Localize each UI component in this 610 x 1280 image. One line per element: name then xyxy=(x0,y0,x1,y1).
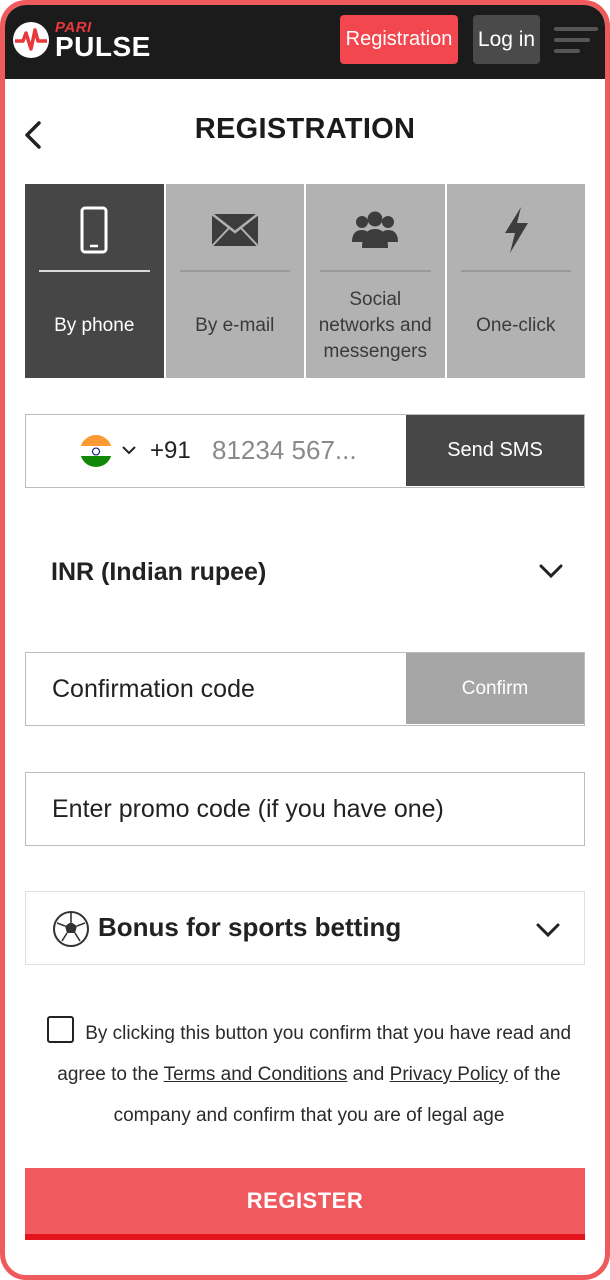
tab-by-email[interactable]: By e-mail xyxy=(165,184,304,378)
hamburger-menu-icon[interactable] xyxy=(554,27,598,57)
currency-select[interactable]: INR (Indian rupee) xyxy=(25,535,585,609)
confirmation-code-field: Confirm xyxy=(25,652,585,726)
smartphone-icon xyxy=(80,206,108,254)
promo-code-input[interactable] xyxy=(52,787,572,831)
phone-frame: PARI PULSE Registration Log in REGISTRAT… xyxy=(0,0,610,1280)
terms-link[interactable]: Terms and Conditions xyxy=(164,1064,348,1085)
chevron-down-icon xyxy=(536,923,560,938)
page-title: REGISTRATION xyxy=(194,113,416,145)
logo[interactable]: PARI PULSE xyxy=(11,17,151,63)
top-header: PARI PULSE Registration Log in xyxy=(5,5,605,79)
lightning-icon xyxy=(504,207,528,253)
confirmation-code-input[interactable] xyxy=(52,667,392,711)
confirm-button[interactable]: Confirm xyxy=(406,653,584,724)
envelope-icon xyxy=(210,213,259,247)
bonus-label: Bonus for sports betting xyxy=(98,912,402,942)
tab-label: By e-mail xyxy=(195,315,275,336)
header-login-button[interactable]: Log in xyxy=(473,15,540,64)
privacy-policy-link[interactable]: Privacy Policy xyxy=(390,1064,508,1085)
tab-label: One-click xyxy=(476,315,556,336)
currency-value: INR (Indian rupee) xyxy=(51,557,267,586)
header-registration-button[interactable]: Registration xyxy=(340,15,458,64)
agreement-text: By clicking this button you confirm that… xyxy=(39,1013,579,1136)
tab-social-networks[interactable]: Social networks and messengers xyxy=(306,184,445,378)
chevron-down-icon[interactable] xyxy=(122,445,136,455)
users-group-icon xyxy=(352,211,399,248)
tab-by-phone[interactable]: By phone xyxy=(25,184,164,378)
phone-input[interactable] xyxy=(212,430,392,470)
agreement-text-part-2: and xyxy=(352,1064,385,1085)
promo-code-field xyxy=(25,772,585,846)
tab-label: Social networks and messengers xyxy=(318,289,432,362)
bonus-select[interactable]: Bonus for sports betting xyxy=(25,891,585,965)
registration-method-tabs: By phone By e-mail Social networks and m… xyxy=(25,184,585,378)
tab-label: By phone xyxy=(54,315,135,336)
tab-one-click[interactable]: One-click xyxy=(446,184,585,378)
phone-number-field: +91 Send SMS xyxy=(25,414,585,488)
register-button[interactable]: REGISTER xyxy=(25,1168,585,1240)
chevron-down-icon xyxy=(539,564,563,579)
agreement-checkbox[interactable] xyxy=(46,1016,74,1043)
send-sms-button[interactable]: Send SMS xyxy=(406,415,584,486)
dial-code: +91 xyxy=(150,437,191,464)
soccer-ball-icon xyxy=(53,911,89,947)
india-flag-icon[interactable] xyxy=(80,435,112,467)
logo-text-bottom: PULSE xyxy=(55,30,151,62)
pari-pulse-logo-icon xyxy=(13,22,49,58)
